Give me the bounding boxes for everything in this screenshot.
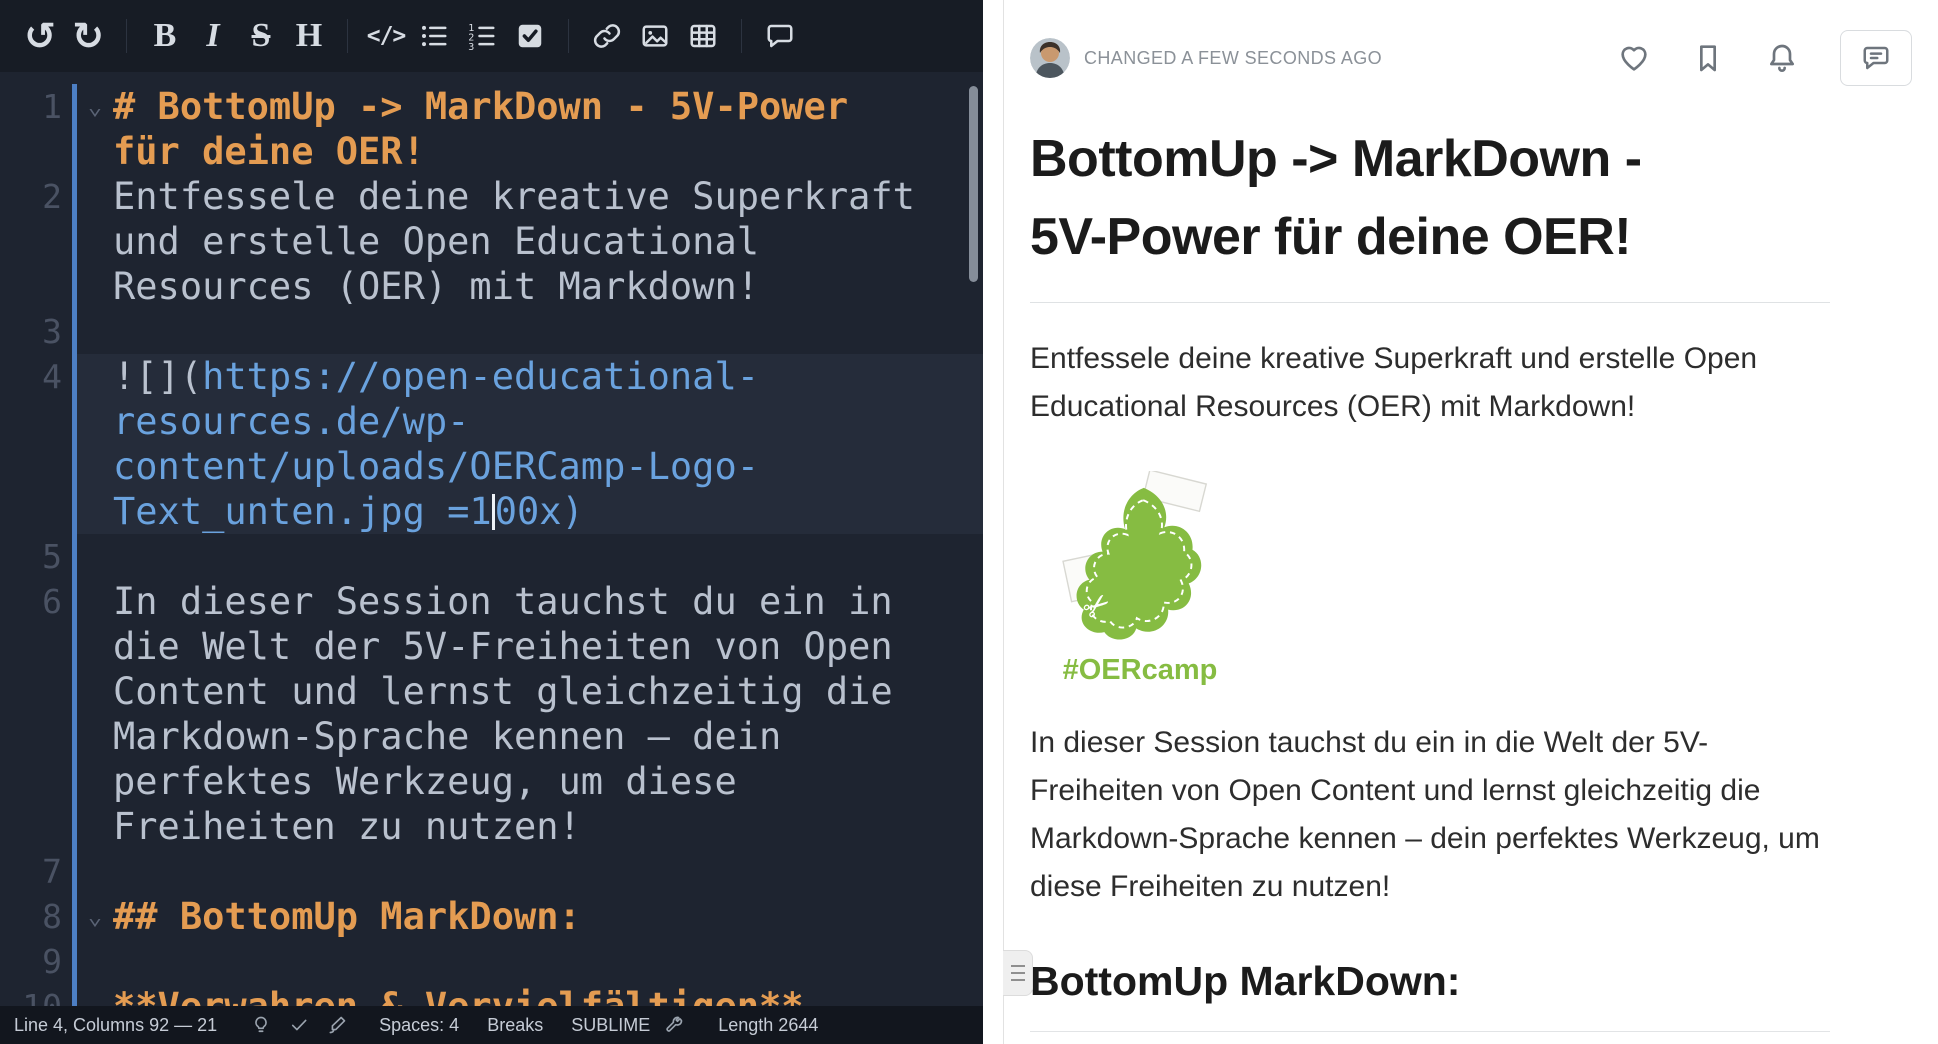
last-changed-label: CHANGED A FEW SECONDS AGO [1084,48,1382,69]
editor-line[interactable]: 2Entfessele deine kreative Superkraftund… [0,174,983,309]
undo-button[interactable]: ↺ [16,12,64,60]
line-number: 4 [0,354,72,534]
doc-paragraph-1: Entfessele deine kreative Superkraft und… [1030,335,1830,431]
preferences-wrench-icon[interactable] [664,1015,684,1035]
cursor-position: Line 4, Columns 92 — 21 [14,1015,217,1036]
heading-button[interactable]: H [285,12,333,60]
editor-line[interactable]: 8⌄## BottomUp MarkDown: [0,894,983,939]
toolbar-divider [126,19,127,53]
oercamp-logo: ✂ [1040,471,1240,649]
section-divider [1030,1031,1830,1032]
spellcheck-icon[interactable] [289,1015,309,1035]
note-actions [1618,30,1914,86]
logo-caption: #OERcamp [1040,654,1240,687]
note-meta-row: CHANGED A FEW SECONDS AGO [1030,30,1914,86]
app-window: ↺ ↻ B I S H </> 123 [0,0,1938,1044]
bell-icon [1766,42,1798,74]
editor-toolbar: ↺ ↻ B I S H </> 123 [0,0,983,72]
rendered-document: BottomUp -> MarkDown - 5V-Power für dein… [1030,120,1830,1032]
italic-button[interactable]: I [189,12,237,60]
line-number: 3 [0,309,72,354]
insert-table-button[interactable] [679,12,727,60]
like-button[interactable] [1618,42,1650,74]
line-number: 2 [0,174,72,309]
fold-chevron-icon [77,579,113,849]
line-number: 1 [0,84,72,174]
editor-pane: ↺ ↻ B I S H </> 123 [0,0,983,1044]
editor-scrollbar[interactable] [969,86,978,282]
comment-button[interactable] [756,12,804,60]
unordered-list-icon [419,21,449,51]
fold-chevron-icon [77,849,113,894]
line-number: 6 [0,579,72,849]
keymap-setting[interactable]: SUBLIME [571,1015,650,1036]
link-icon [592,21,622,51]
editor-line[interactable]: 3 [0,309,983,354]
doc-title-line: 5V-Power für deine OER! [1030,198,1830,276]
subscribe-button[interactable] [1766,42,1798,74]
fold-chevron-icon[interactable]: ⌄ [77,894,113,939]
heart-icon [1618,42,1650,74]
theme-brush-icon[interactable] [327,1015,347,1035]
redo-button[interactable]: ↻ [64,12,112,60]
fold-chevron-icon[interactable]: ⌄ [77,84,113,174]
ordered-list-button[interactable]: 123 [458,12,506,60]
fold-chevron-icon [77,354,113,534]
toolbar-divider [741,19,742,53]
fold-chevron-icon [77,939,113,984]
lightbulb-icon[interactable] [251,1015,271,1035]
unordered-list-button[interactable] [410,12,458,60]
avatar[interactable] [1030,38,1070,78]
fold-chevron-icon [77,534,113,579]
editor-line[interactable]: 4![](https://open-educational-resources.… [0,354,983,534]
svg-text:3: 3 [468,42,474,51]
fold-chevron-icon [77,174,113,309]
insert-image-button[interactable] [631,12,679,60]
editor-content[interactable]: 1⌄# BottomUp -> MarkDown - 5V-Powerfür d… [0,72,983,1006]
bold-button[interactable]: B [141,12,189,60]
oercamp-logo-figure: ✂ #OERcamp [1040,471,1240,687]
ordered-list-icon: 123 [467,21,497,51]
doc-title: BottomUp -> MarkDown - 5V-Power für dein… [1030,120,1830,276]
strikethrough-button[interactable]: S [237,12,285,60]
line-number: 10 [0,984,72,1006]
open-comments-button[interactable] [1840,30,1912,86]
editor-statusbar: Line 4, Columns 92 — 21 Spaces: 4 Breaks… [0,1006,983,1044]
insert-link-button[interactable] [583,12,631,60]
code-button[interactable]: </> [362,12,410,60]
editor-line[interactable]: 10**Verwahren & Vervielfältigen** [0,984,983,1006]
toolbar-divider [568,19,569,53]
line-number: 8 [0,894,72,939]
table-icon [688,21,718,51]
split-drag-handle[interactable] [1003,950,1033,996]
image-icon [640,21,670,51]
editor-line[interactable]: 6In dieser Session tauchst du ein indie … [0,579,983,849]
checklist-button[interactable] [506,12,554,60]
editor-lines[interactable]: 1⌄# BottomUp -> MarkDown - 5V-Powerfür d… [0,84,983,1006]
indent-setting[interactable]: Spaces: 4 [379,1015,459,1036]
bookmark-button[interactable] [1692,42,1724,74]
doc-paragraph-2: In dieser Session tauchst du ein in die … [1030,719,1830,911]
checkbox-icon [515,21,545,51]
doc-title-line: BottomUp -> MarkDown - [1030,120,1830,198]
line-number: 5 [0,534,72,579]
chat-bubble-icon [1861,43,1891,73]
line-number: 7 [0,849,72,894]
fold-chevron-icon [77,309,113,354]
comment-icon [765,21,795,51]
editor-line[interactable]: 9 [0,939,983,984]
title-divider [1030,302,1830,303]
editor-line[interactable]: 1⌄# BottomUp -> MarkDown - 5V-Powerfür d… [0,84,983,174]
editor-line[interactable]: 5 [0,534,983,579]
preview-pane: CHANGED A FEW SECONDS AGO BottomUp -> Ma… [1003,0,1938,1044]
doc-length: Length 2644 [718,1015,818,1036]
line-number: 9 [0,939,72,984]
fold-chevron-icon [77,984,113,1006]
editor-line[interactable]: 7 [0,849,983,894]
bookmark-icon [1692,42,1724,74]
toolbar-divider [347,19,348,53]
doc-subheading: BottomUp MarkDown: [1030,957,1830,1005]
linebreak-setting[interactable]: Breaks [487,1015,543,1036]
